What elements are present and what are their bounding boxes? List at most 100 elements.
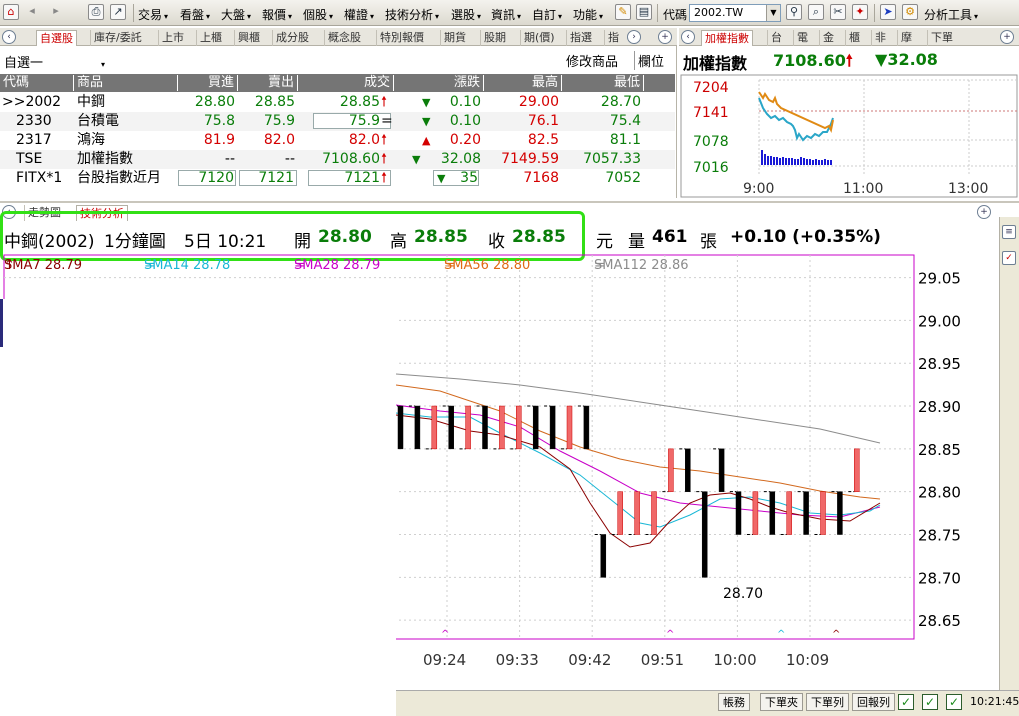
row-change: 0.10 xyxy=(449,94,481,110)
svg-text:^: ^ xyxy=(832,629,840,640)
binoculars-icon[interactable]: ⚲ xyxy=(786,4,802,20)
code-label: 代碼 xyxy=(663,8,688,22)
menu-trade[interactable]: 交易 ▾ xyxy=(138,6,168,23)
menu-screening[interactable]: 選股 ▾ xyxy=(451,6,481,23)
quote-panel: ‹ 自選股 庫存/委託 上市 上櫃 興櫃 成分股 概念股 特別報價 期貨 股期 … xyxy=(0,28,677,198)
row-code: 2330 xyxy=(16,113,52,129)
report-list-button[interactable]: 回報列 xyxy=(852,693,895,711)
code-input[interactable]: 2002.TW ▼ xyxy=(689,4,781,22)
row-name: 加權指數 xyxy=(77,151,133,167)
y-tick-label: 28.75 xyxy=(918,527,961,545)
chevron-down-icon[interactable]: ▼ xyxy=(766,5,780,21)
order-folder-button[interactable]: 下單夾 xyxy=(760,693,803,711)
candle xyxy=(476,405,488,450)
alert-icon[interactable]: ✦ xyxy=(852,4,868,20)
menu-custom[interactable]: 自訂 ▾ xyxy=(532,6,562,23)
table-row[interactable]: >>2002 中鋼 28.80 28.85 28.85 🠕 ▼ 0.10 29.… xyxy=(0,93,675,112)
zoom-icon[interactable]: + xyxy=(658,30,672,44)
analysis-tools-menu[interactable]: 分析工具 ▾ xyxy=(924,6,978,23)
menu-quote[interactable]: 報價 ▾ xyxy=(262,6,292,23)
menu-stock[interactable]: 個股 ▾ xyxy=(303,6,333,23)
col-bid[interactable]: 買進 xyxy=(178,75,238,91)
tab-otc[interactable]: 上櫃 xyxy=(196,30,225,46)
forward-icon[interactable]: ▸ xyxy=(48,4,64,20)
watchlist-select[interactable]: 自選一 ▾ xyxy=(4,52,105,71)
tab-stock-futures[interactable]: 股期 xyxy=(480,30,509,46)
back-icon[interactable]: ◂ xyxy=(24,4,40,20)
analysis-tools-icon[interactable]: ⚙ xyxy=(902,4,918,20)
check-box[interactable]: ✓ xyxy=(898,694,914,710)
check-box[interactable]: ✓ xyxy=(922,694,938,710)
candle xyxy=(848,448,860,493)
menu-market[interactable]: 大盤 ▾ xyxy=(221,6,251,23)
up-candle xyxy=(431,405,438,450)
up-candle xyxy=(516,405,522,450)
tab-watchlist[interactable]: 自選股 xyxy=(36,30,77,46)
search-icon[interactable]: ⌕ xyxy=(808,4,824,20)
row-ask: 28.85 xyxy=(254,94,295,110)
menu-function[interactable]: 功能 ▾ xyxy=(573,6,603,23)
col-code[interactable]: 代碼 xyxy=(0,75,74,91)
row-code: TSE xyxy=(16,151,43,167)
row-ask: 7121 xyxy=(258,170,294,186)
table-row[interactable]: 2317 鴻海 81.9 82.0 82.0 🠕 ▲ 0.20 82.5 81.… xyxy=(0,131,675,150)
settings-icon[interactable]: ≡ xyxy=(1002,225,1016,239)
col-high[interactable]: 最高 xyxy=(484,75,562,91)
order-bar: 帳務 下單夾 下單列 回報列 ✓ ✓ ✓ 10:21:45 xyxy=(396,690,1019,714)
check-icon[interactable]: ✓ xyxy=(1002,251,1016,265)
table-row[interactable]: FITX*1 台股指數近月 7120 7121 7121 🠕 ▼ 35 7168… xyxy=(0,169,675,188)
order-list-button[interactable]: 下單列 xyxy=(806,693,849,711)
tab-listed[interactable]: 上市 xyxy=(158,30,187,46)
tab-index[interactable]: 指 xyxy=(604,30,622,46)
menu-watch[interactable]: 看盤 ▾ xyxy=(180,6,210,23)
tab-inventory[interactable]: 庫存/委託 xyxy=(90,30,145,46)
account-button[interactable]: 帳務 xyxy=(718,693,750,711)
menu-technical[interactable]: 技術分析 ▾ xyxy=(385,6,439,23)
col-low[interactable]: 最低 xyxy=(562,75,644,91)
col-name[interactable]: 商品 xyxy=(74,75,178,91)
y-tick-label: 29.05 xyxy=(918,270,961,288)
down-candle xyxy=(803,491,809,535)
tab-futures-price[interactable]: 期(價) xyxy=(520,30,558,46)
col-last[interactable]: 成交 xyxy=(298,75,394,91)
check-box[interactable]: ✓ xyxy=(946,694,962,710)
down-candle xyxy=(448,405,454,450)
pen-icon[interactable]: ✎ xyxy=(615,4,631,20)
tools-icon[interactable]: ✂ xyxy=(830,4,846,20)
col-change[interactable]: 漲跌 xyxy=(394,75,484,91)
down-candle xyxy=(414,405,421,450)
columns-button[interactable]: 欄位 xyxy=(634,51,664,70)
tab-emerging[interactable]: 興櫃 xyxy=(234,30,263,46)
row-ask: 75.9 xyxy=(263,113,295,129)
print-icon[interactable]: ⎙ xyxy=(88,4,104,20)
row-name: 台積電 xyxy=(77,113,119,129)
y-tick-label: 28.90 xyxy=(918,398,961,416)
edit-products-button[interactable]: 修改商品 xyxy=(566,51,618,70)
menu-warrant[interactable]: 權證 ▾ xyxy=(344,6,374,23)
candle xyxy=(577,405,590,450)
table-row[interactable]: 2330 台積電 75.8 75.9 75.9 = ▼ 0.10 76.1 75… xyxy=(0,112,675,131)
row-low: 28.70 xyxy=(600,94,641,110)
tab-special-quote[interactable]: 特別報價 xyxy=(376,30,427,46)
tab-futures[interactable]: 期貨 xyxy=(440,30,469,46)
row-high: 7168 xyxy=(523,170,559,186)
down-candle xyxy=(701,491,708,578)
menu-info[interactable]: 資訊 ▾ xyxy=(491,6,521,23)
menu-bar: ⌂ ◂ ▸ ⎙ ↗ 交易 ▾ 看盤 ▾ 大盤 ▾ 報價 ▾ 個股 ▾ 權證 ▾ 技術分析 ▾ … xyxy=(0,0,1019,26)
tab-next-icon[interactable]: › xyxy=(627,30,641,44)
tab-prev-icon[interactable]: ‹ xyxy=(2,30,16,44)
candle xyxy=(662,448,674,493)
tab-components[interactable]: 成分股 xyxy=(272,30,312,46)
cursor-icon[interactable]: ➤ xyxy=(880,4,896,20)
down-triangle-icon: ▼ xyxy=(422,96,431,109)
system-clock: 10:21:45 xyxy=(970,695,1019,708)
col-ask[interactable]: 賣出 xyxy=(238,75,298,91)
tab-index-options[interactable]: 指選 xyxy=(566,30,595,46)
home-icon[interactable]: ⌂ xyxy=(3,4,19,20)
notepad-icon[interactable]: ▤ xyxy=(636,4,652,20)
window-icon[interactable]: ↗ xyxy=(110,4,126,20)
tab-concept[interactable]: 概念股 xyxy=(324,30,364,46)
mini-chart-frame xyxy=(680,74,1018,198)
table-row[interactable]: TSE 加權指數 -- -- 7108.60 🠕 ▼ 32.08 7149.59… xyxy=(0,150,675,169)
candle xyxy=(628,491,640,536)
